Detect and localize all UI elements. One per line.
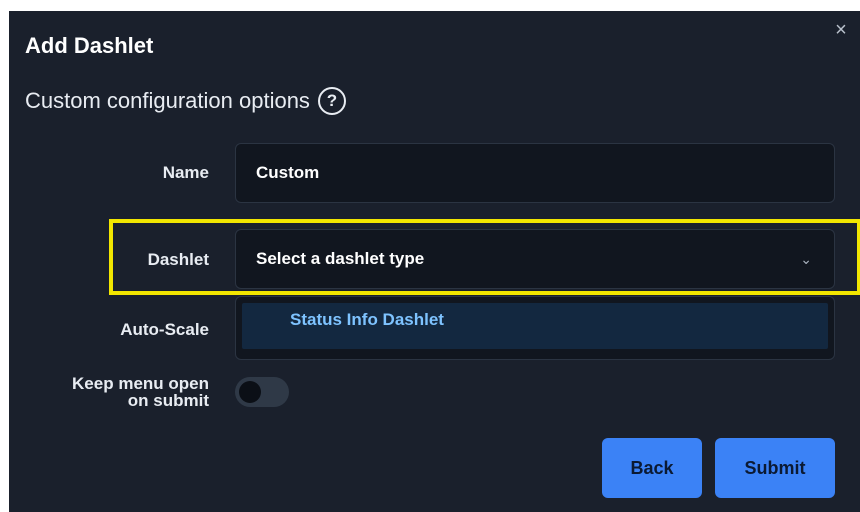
dashlet-select-value: Select a dashlet type [256,249,425,268]
submit-button[interactable]: Submit [715,438,835,498]
dropdown-option-status-info-dashlet[interactable]: Status Info Dashlet [242,303,828,349]
add-dashlet-dialog: × Add Dashlet Custom configuration optio… [9,11,860,512]
keep-open-label-line1: Keep menu open [72,374,209,393]
keep-menu-open-toggle[interactable] [235,377,289,407]
back-button[interactable]: Back [602,438,702,498]
name-label: Name [162,163,209,182]
auto-scale-label: Auto-Scale [120,320,209,339]
name-input[interactable] [235,143,835,203]
close-icon[interactable]: × [831,20,851,40]
subtitle-text: Custom configuration options [25,88,310,113]
keep-open-label-line2: on submit [127,391,209,410]
dialog-title: Add Dashlet [25,33,154,58]
dialog-subtitle: Custom configuration options ? [25,87,346,115]
chevron-down-icon: ⌄ [800,251,812,267]
keep-menu-open-label: Keep menu open on submit [9,375,209,409]
dashlet-type-select[interactable]: Select a dashlet type ⌄ [235,229,835,289]
dashlet-label: Dashlet [147,250,209,269]
help-icon[interactable]: ? [317,87,346,115]
toggle-knob [239,381,261,403]
dashlet-dropdown-menu: Status Info Dashlet [235,296,835,360]
